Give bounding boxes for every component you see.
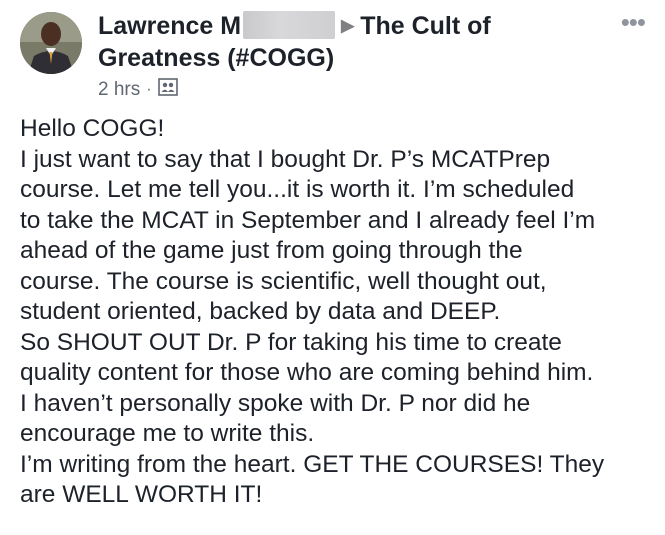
redacted-name-block [243, 11, 336, 39]
post-line: course. Let me tell you...it is worth it… [20, 176, 575, 203]
post-line: encourage me to write this. [20, 420, 315, 447]
post-line: Hello COGG! [20, 115, 165, 142]
post-line: student oriented, backed by data and DEE… [20, 298, 501, 325]
share-arrow-icon: ▶ [341, 16, 355, 35]
post-line: to take the MCAT in September and I alre… [20, 206, 596, 234]
post-line: quality content for those who are coming… [20, 359, 594, 386]
group-audience-icon[interactable] [157, 78, 178, 102]
post-meta: 2 hrs · [98, 78, 178, 102]
more-options-icon[interactable]: ••• [621, 9, 646, 35]
post-line: I haven’t personally spoke with Dr. P no… [20, 389, 531, 417]
post-body: Hello COGG! I just want to say that I bo… [20, 114, 655, 511]
feed-post: Lawrence M ▶ The Cult of Greatness (#COGG)… [0, 0, 665, 535]
timestamp[interactable]: 2 hrs [98, 79, 140, 101]
post-line: are WELL WORTH IT! [20, 481, 263, 508]
meta-separator: · [146, 81, 152, 98]
avatar-photo [20, 12, 82, 74]
post-line: I just want to say that I bought Dr. P’s… [20, 145, 551, 173]
post-line: So SHOUT OUT Dr. P for taking his time t… [20, 328, 562, 356]
avatar[interactable] [20, 12, 82, 74]
author-name[interactable]: Lawrence M [98, 12, 241, 40]
post-line: course. The course is scientific, well t… [20, 267, 547, 295]
post-line: ahead of the game just from going throug… [20, 237, 523, 264]
post-line: I’m writing from the heart. GET THE COUR… [20, 450, 605, 478]
post-header: Lawrence M ▶ The Cult of Greatness (#COGG) [98, 10, 598, 74]
